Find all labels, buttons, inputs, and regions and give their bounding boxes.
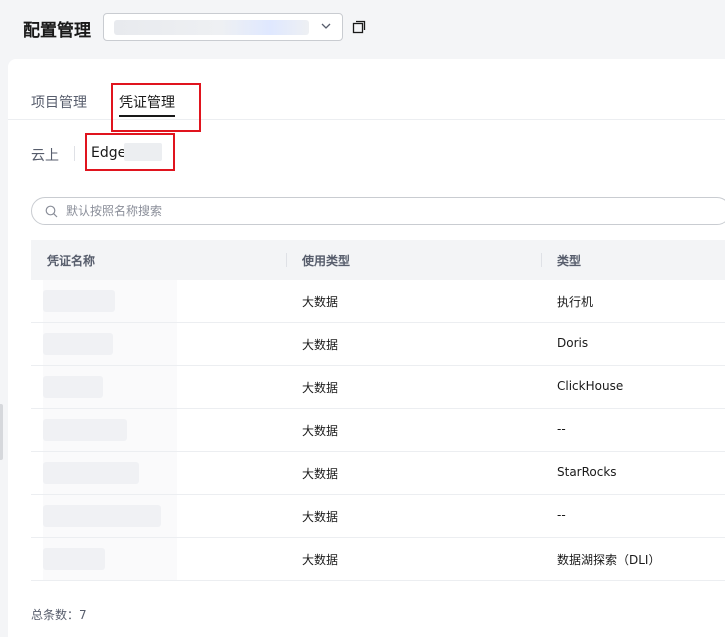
top-bar: 配置管理 [0,0,725,58]
table-row[interactable]: 大数据 -- [31,409,725,452]
table-row[interactable]: 大数据 执行机 [31,280,725,323]
chevron-down-icon [321,23,331,29]
usage-type-cell: 大数据 [302,510,339,524]
subtab-divider [74,146,75,161]
project-select-value [114,20,309,35]
usage-type-cell: 大数据 [302,553,339,567]
type-cell: -- [557,508,566,522]
usage-type-cell: 大数据 [302,338,339,352]
external-window-icon[interactable] [352,20,366,34]
side-collapse-handle[interactable] [0,404,3,460]
content-card: 项目管理 凭证管理 云上 Edge 凭证名称 使用类型 类型 大数据 执行机 [8,59,725,637]
credential-name-redacted [43,333,113,355]
type-cell: 数据湖探索（DLI） [557,553,661,567]
page-title: 配置管理 [23,21,91,41]
table-row[interactable]: 大数据 -- [31,495,725,538]
total-count: 总条数：7 [31,608,87,622]
column-header-credential-name[interactable]: 凭证名称 [47,252,95,269]
type-cell: ClickHouse [557,379,624,393]
table-row[interactable]: 大数据 Doris [31,323,725,366]
usage-type-cell: 大数据 [302,381,339,395]
column-divider [541,253,542,267]
column-header-type[interactable]: 类型 [557,252,581,269]
credential-name-redacted [43,462,139,484]
credential-name-redacted [43,505,161,527]
credential-table: 凭证名称 使用类型 类型 大数据 执行机 大数据 Doris 大数据 Click… [31,240,725,581]
usage-type-cell: 大数据 [302,295,339,309]
search-box[interactable] [31,197,725,225]
type-cell: Doris [557,336,589,350]
subtab-cloud[interactable]: 云上 [31,145,59,165]
highlight-box-credential-tab [111,83,201,132]
type-cell: 执行机 [557,295,594,309]
credential-name-redacted [43,548,105,570]
type-cell: StarRocks [557,465,617,479]
table-row[interactable]: 大数据 ClickHouse [31,366,725,409]
column-header-usage-type[interactable]: 使用类型 [302,252,350,269]
table-row[interactable]: 大数据 数据湖探索（DLI） [31,538,725,581]
usage-type-cell: 大数据 [302,424,339,438]
highlight-box-edge-tab [85,133,175,171]
credential-name-redacted [43,290,115,312]
search-icon [45,205,58,218]
table-header: 凭证名称 使用类型 类型 [31,240,725,280]
tab-project-management[interactable]: 项目管理 [31,92,87,112]
search-input[interactable] [66,202,666,220]
credential-name-redacted [43,419,127,441]
column-divider [286,253,287,267]
table-row[interactable]: 大数据 StarRocks [31,452,725,495]
type-cell: -- [557,422,566,436]
project-select[interactable] [103,13,343,41]
credential-name-redacted [43,376,103,398]
usage-type-cell: 大数据 [302,467,339,481]
